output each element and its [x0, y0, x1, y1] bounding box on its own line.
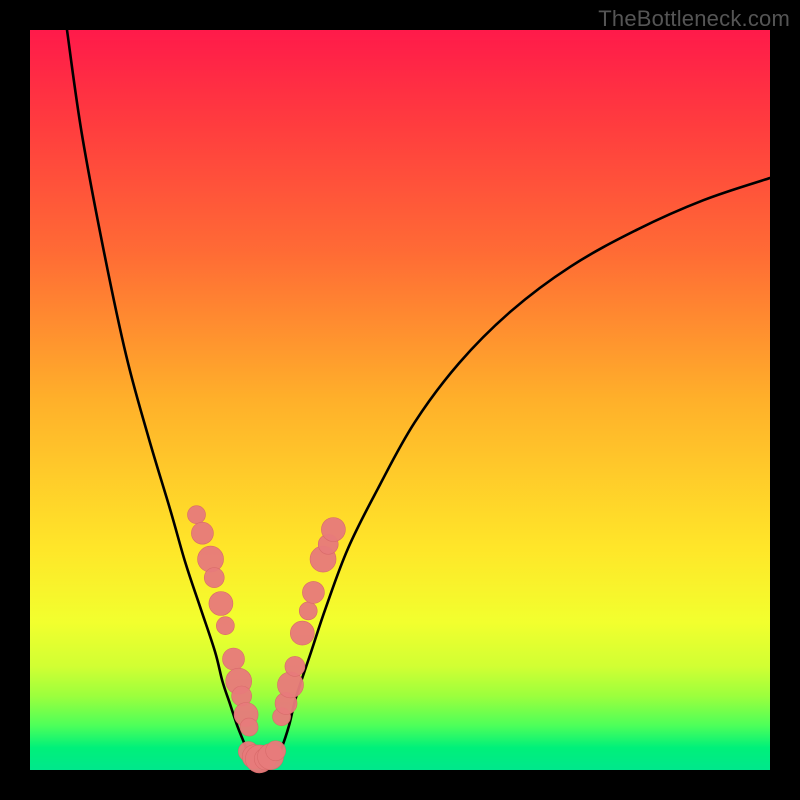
plot-area	[30, 30, 770, 770]
data-dot	[223, 648, 245, 670]
data-dot	[299, 602, 317, 620]
data-dot	[209, 592, 233, 616]
curve-layer	[67, 30, 770, 764]
data-dot	[204, 568, 224, 588]
data-dot	[290, 621, 314, 645]
data-dot	[191, 522, 213, 544]
watermark-text: TheBottleneck.com	[598, 6, 790, 32]
data-dot	[240, 718, 258, 736]
data-dot	[188, 506, 206, 524]
chart-svg	[30, 30, 770, 770]
data-dot	[302, 581, 324, 603]
data-dot	[216, 617, 234, 635]
data-dot	[321, 518, 345, 542]
data-dot	[285, 656, 305, 676]
bottleneck-curve	[67, 30, 770, 764]
chart-frame: TheBottleneck.com	[0, 0, 800, 800]
data-dot	[266, 741, 286, 761]
data-dot	[277, 672, 303, 698]
